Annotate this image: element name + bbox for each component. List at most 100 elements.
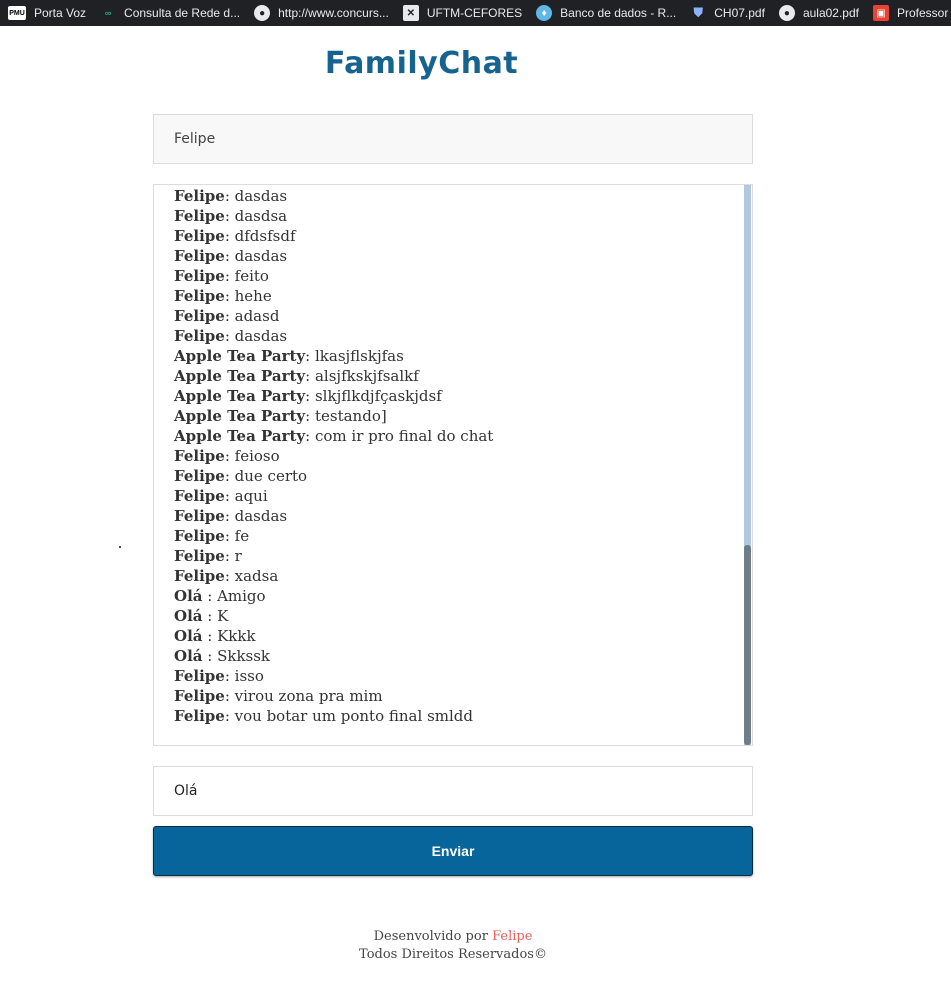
chat-message-separator: : (224, 447, 235, 465)
chat-message-separator: : (224, 207, 235, 225)
chat-message: Felipe: virou zona pra mim (174, 686, 738, 706)
chat-message: Olá : Kkkk (174, 626, 738, 646)
chat-message-author: Felipe (174, 567, 225, 585)
bookmark-item[interactable]: ● aula02.pdf (771, 0, 865, 26)
onix-icon: ∞ (104, 8, 112, 18)
chat-message-author: Olá (174, 647, 203, 665)
chat-message-author: Apple Tea Party (174, 427, 306, 445)
chat-message-separator: : (224, 267, 235, 285)
bookmarks-bar: PMU Porta Voz ∞ Consulta de Rede d... ● http:… (0, 0, 951, 26)
x-icon: ✕ (402, 5, 419, 21)
chat-message-separator: : (202, 607, 218, 625)
chat-message-separator: : (224, 707, 235, 725)
chat-message-author: Felipe (174, 247, 225, 265)
chat-message-text: slkjflkdjfçaskjdsf (314, 387, 442, 405)
chat-message-author: Felipe (174, 527, 225, 545)
chat-message-author: Felipe (174, 327, 225, 345)
bookmark-item[interactable]: ⛊ CH07.pdf (682, 0, 771, 26)
chat-message-text: lkasjflskjfas (314, 347, 404, 365)
chat-message-text: vou botar um ponto final smldd (234, 707, 473, 725)
chat-message-text: dasdas (234, 507, 288, 525)
chat-message-author: Olá (174, 587, 203, 605)
chat-message-author: Felipe (174, 307, 225, 325)
chat-message: Felipe: r (174, 546, 738, 566)
chat-message-text: dfdsfsdf (234, 227, 296, 245)
chat-message-author: Felipe (174, 667, 225, 685)
bookmark-item[interactable]: ♦ Banco de dados - R... (528, 0, 682, 26)
chat-box[interactable]: Felipe: dasdas Felipe: dasdsa Felipe: dfds… (153, 184, 753, 746)
chat-scrollbar-thumb[interactable] (744, 545, 751, 745)
footer-author-link[interactable]: Felipe (492, 929, 532, 944)
chat-message-author: Apple Tea Party (174, 367, 306, 385)
footer-credits: Desenvolvido por Felipe (0, 928, 906, 946)
chat-message-author: Felipe (174, 507, 225, 525)
chat-message: Apple Tea Party: testando] (174, 406, 738, 426)
globe-icon: ● (778, 5, 795, 21)
bookmark-item[interactable]: ▣ Professor (865, 0, 951, 26)
chat-message-separator: : (202, 647, 218, 665)
chat-message: Felipe: adasd (174, 306, 738, 326)
chat-message-separator: : (224, 287, 235, 305)
bookmark-label: Professor (897, 6, 949, 20)
bookmark-item[interactable]: PMU Porta Voz (0, 0, 92, 26)
footer: Desenvolvido por Felipe Todos Direitos R… (0, 928, 906, 964)
chat-message-text: due certo (234, 467, 308, 485)
chat-message-separator: : (224, 527, 235, 545)
chat-message-text: dasdsa (234, 207, 288, 225)
chat-scrollbar-track[interactable] (744, 185, 751, 745)
chat-message-list: Felipe: dasdas Felipe: dasdsa Felipe: dfds… (174, 186, 738, 726)
chat-message-text: testando] (314, 407, 387, 425)
stray-dot (119, 546, 121, 548)
chat-message: Felipe: due certo (174, 466, 738, 486)
chat-message: Apple Tea Party: alsjfkskjfsalkf (174, 366, 738, 386)
shield-icon: ⛊ (693, 5, 704, 20)
chat-message-text: hehe (234, 287, 272, 305)
chat-message-separator: : (202, 587, 218, 605)
chat-message: Apple Tea Party: com ir pro final do cha… (174, 426, 738, 446)
chat-message-author: Felipe (174, 287, 225, 305)
chat-message-text: adasd (234, 307, 280, 325)
chat-message-author: Apple Tea Party (174, 347, 306, 365)
chat-message: Felipe: feioso (174, 446, 738, 466)
chat-message-author: Felipe (174, 227, 225, 245)
bookmark-label: Consulta de Rede d... (124, 6, 241, 20)
chat-message-separator: : (224, 547, 235, 565)
footer-developed-by: Desenvolvido por (373, 929, 493, 944)
chat-message-text: Skkssk (217, 647, 271, 665)
bookmark-item[interactable]: ✕ UFTM-CEFORES (395, 0, 528, 26)
bookmark-label: CH07.pdf (714, 6, 765, 20)
bookmark-item[interactable]: ● http://www.concurs... (246, 0, 395, 26)
bookmark-label: Banco de dados - R... (560, 6, 677, 20)
chat-message: Apple Tea Party: lkasjflskjfas (174, 346, 738, 366)
chat-message-text: feioso (234, 447, 280, 465)
chat-message: Felipe: dasdas (174, 186, 738, 206)
bookmark-item[interactable]: ∞ Consulta de Rede d... (92, 0, 246, 26)
chat-message-author: Apple Tea Party (174, 387, 306, 405)
chat-message-separator: : (224, 567, 235, 585)
chat-message-text: Kkkk (217, 627, 256, 645)
chat-message-separator: : (224, 507, 235, 525)
chat-message-author: Felipe (174, 267, 225, 285)
chat-message: Apple Tea Party: slkjflkdjfçaskjdsf (174, 386, 738, 406)
chat-message: Olá : Skkssk (174, 646, 738, 666)
chat-message-separator: : (224, 667, 235, 685)
chat-message-author: Felipe (174, 707, 225, 725)
chat-message-text: virou zona pra mim (234, 687, 383, 705)
message-input[interactable] (153, 766, 753, 816)
chat-message-author: Felipe (174, 547, 225, 565)
chat-message-separator: : (305, 347, 315, 365)
chat-message-separator: : (305, 427, 315, 445)
chat-message-text: aqui (234, 487, 268, 505)
presentation-icon: ▣ (873, 5, 889, 21)
chat-message-author: Felipe (174, 447, 225, 465)
chat-message-author: Apple Tea Party (174, 407, 306, 425)
bookmark-label: UFTM-CEFORES (426, 6, 523, 20)
name-input[interactable] (153, 114, 753, 164)
send-button[interactable]: Enviar (153, 826, 753, 876)
chat-message: Felipe: dasdsa (174, 206, 738, 226)
chat-message: Felipe: feito (174, 266, 738, 286)
chat-message-separator: : (224, 227, 235, 245)
chat-message: Felipe: dfdsfsdf (174, 226, 738, 246)
chat-message-text: xadsa (234, 567, 279, 585)
chat-message-separator: : (305, 367, 315, 385)
